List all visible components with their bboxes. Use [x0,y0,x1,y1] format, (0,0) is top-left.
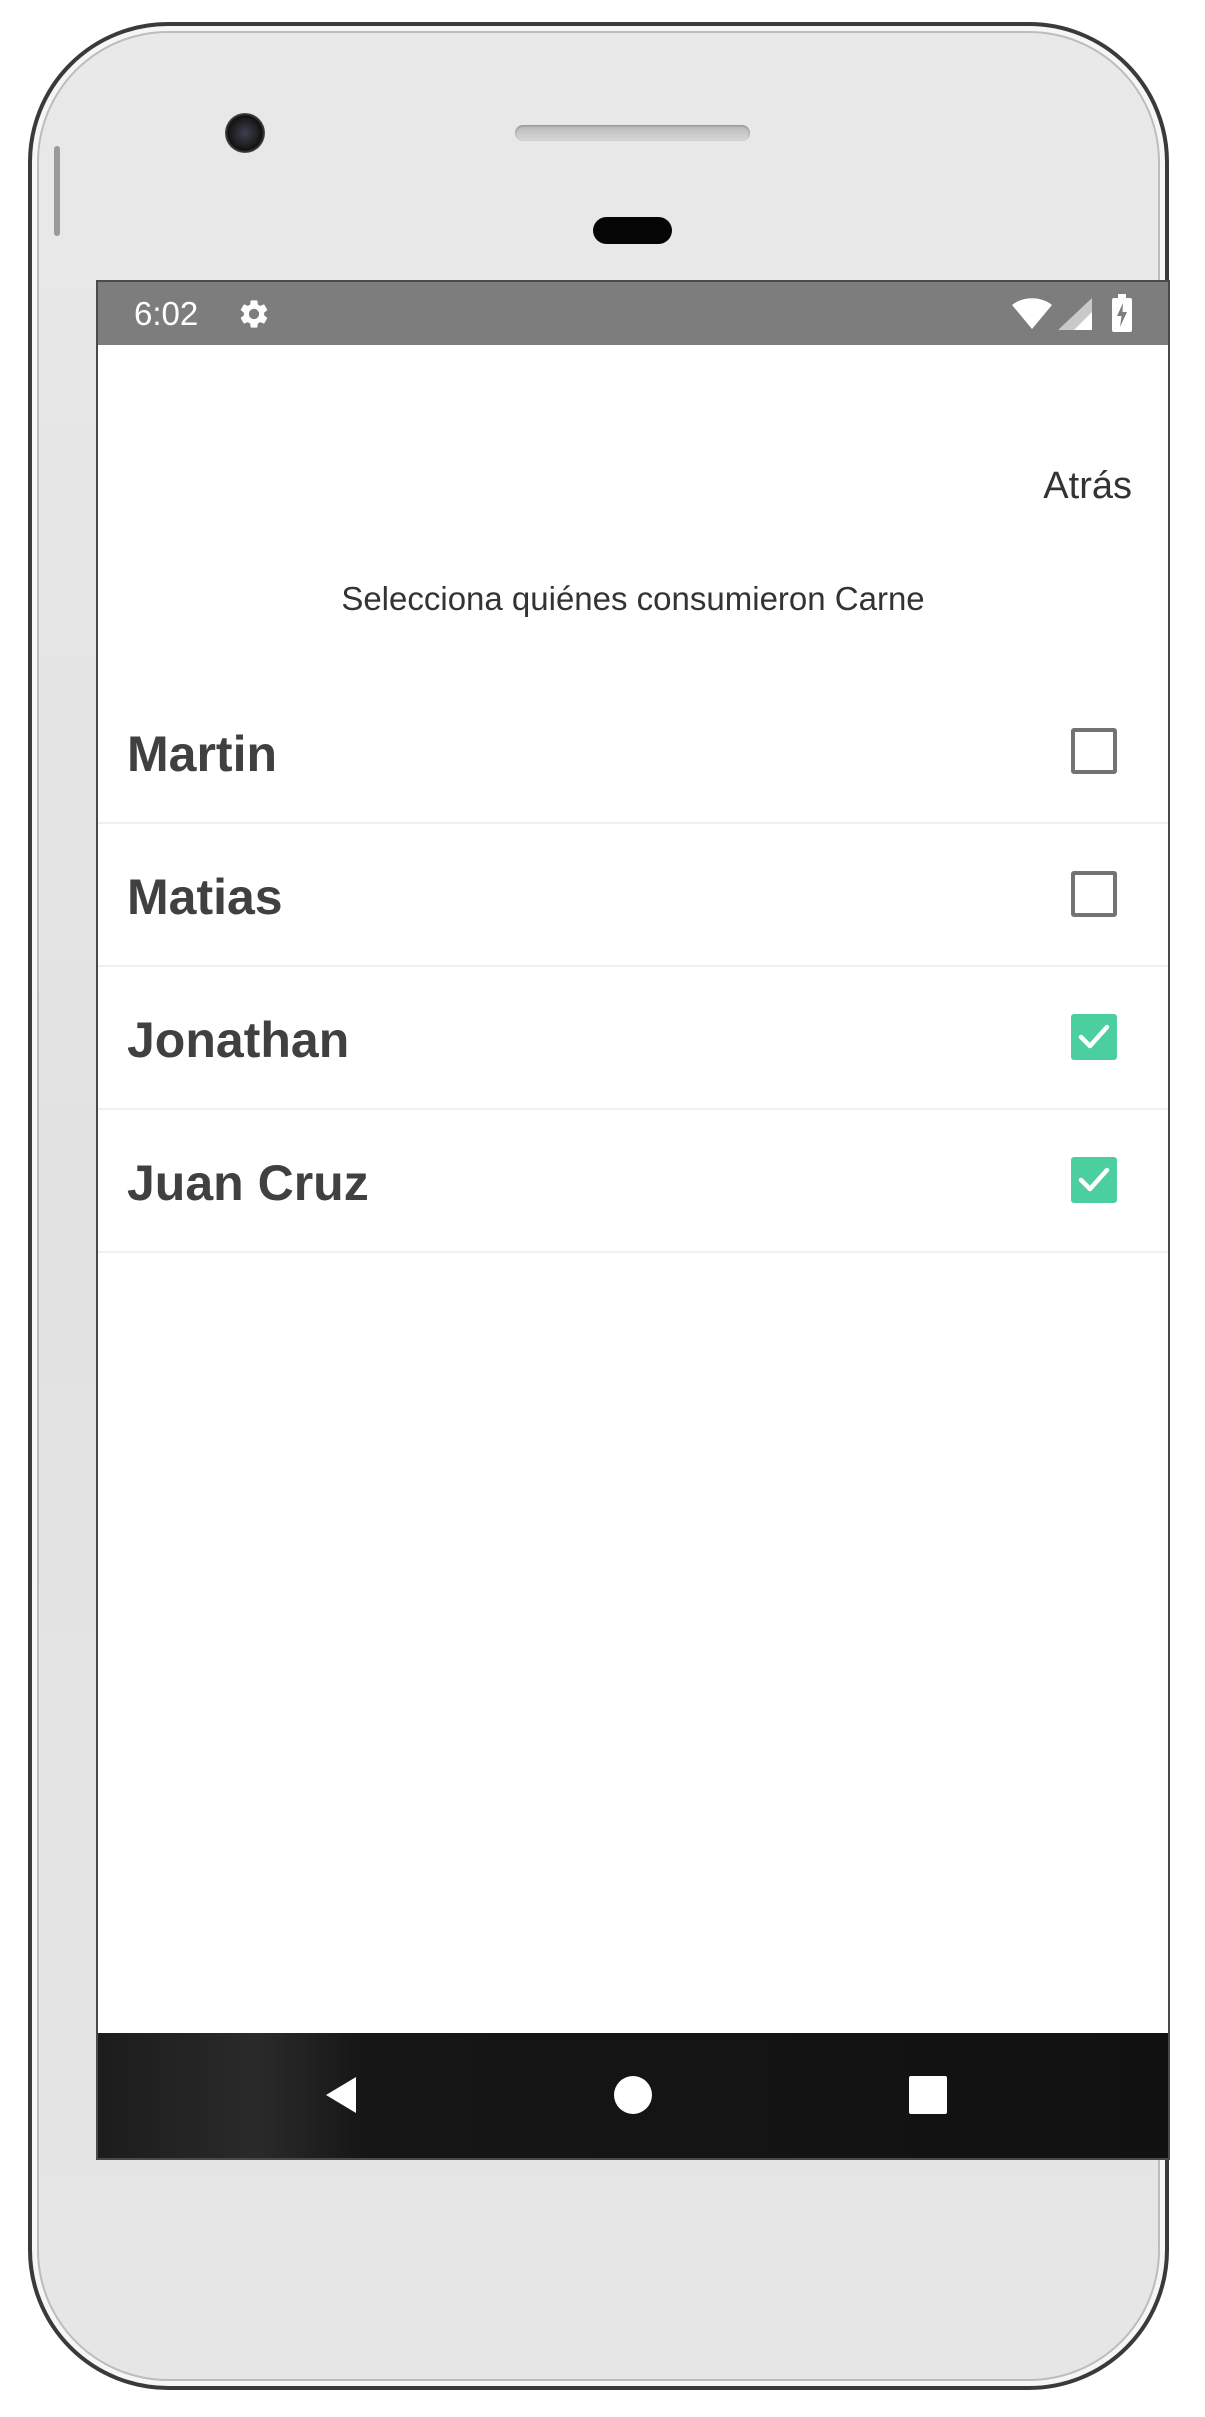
earpiece-speaker [515,125,750,141]
person-checkbox[interactable] [1071,871,1117,917]
person-name: Matias [127,869,283,925]
navigation-bar [98,2033,1168,2158]
checkmark-icon [1078,1167,1110,1192]
list-item[interactable]: Matias [98,824,1168,967]
people-list: Martin Matias Jonathan Juan Cruz [98,681,1168,1253]
list-item[interactable]: Juan Cruz [98,1110,1168,1253]
proximity-sensor [593,217,672,244]
phone-frame: 6:02 Atrás Selecciona quiénes consumiero… [28,22,1169,2390]
battery-charging-icon [1112,294,1132,332]
status-bar: 6:02 [98,282,1168,345]
status-time: 6:02 [134,295,199,332]
list-item[interactable]: Jonathan [98,967,1168,1110]
cell-signal-icon [1058,298,1092,330]
person-checkbox[interactable] [1071,1014,1117,1060]
person-name: Juan Cruz [127,1155,369,1211]
list-item[interactable]: Martin [98,681,1168,824]
checkmark-icon [1078,1024,1110,1049]
page-subtitle: Selecciona quiénes consumieron Carne [341,580,925,617]
recents-square-icon[interactable] [898,2065,958,2125]
settings-gear-icon [240,300,268,328]
back-triangle-icon[interactable] [312,2065,372,2125]
person-name: Jonathan [127,1012,350,1068]
person-checkbox[interactable] [1071,728,1117,774]
front-camera [225,113,265,153]
person-name: Martin [127,726,277,782]
phone-left-edge [54,146,60,236]
person-checkbox[interactable] [1071,1157,1117,1203]
home-circle-icon[interactable] [603,2065,663,2125]
wifi-icon [1012,298,1052,329]
back-button[interactable]: Atrás [1043,464,1132,508]
screen: 6:02 Atrás Selecciona quiénes consumiero… [98,282,1168,2158]
